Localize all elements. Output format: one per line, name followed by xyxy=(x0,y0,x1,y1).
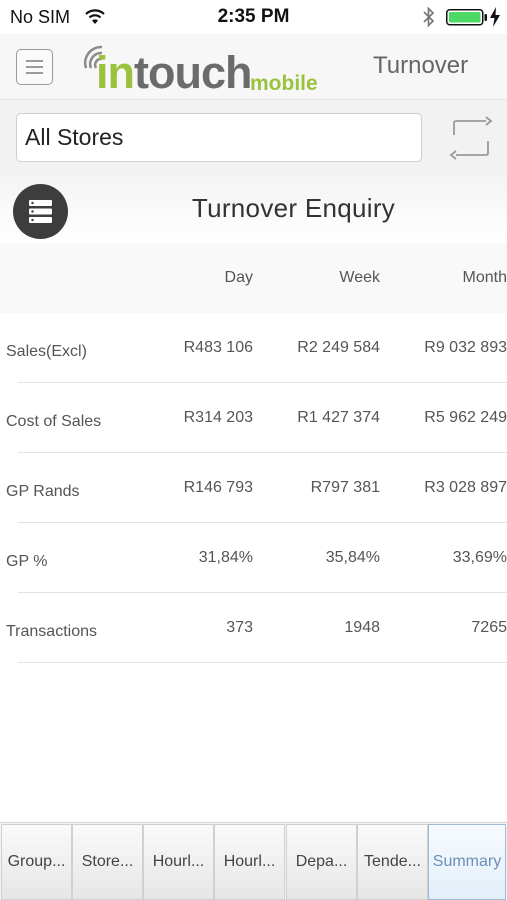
cell-day: 31,84% xyxy=(198,549,253,566)
menu-icon xyxy=(26,60,43,62)
bottom-tab-bar: Group... Store... Hourl... Hourl... Depa… xyxy=(0,822,507,900)
row-label: Cost of Sales xyxy=(6,413,102,430)
column-header-week: Week xyxy=(339,269,380,286)
logo-mobile-text: mobile xyxy=(250,72,318,95)
cell-day: R483 106 xyxy=(183,339,253,356)
tab-summary[interactable]: Summary xyxy=(428,824,506,900)
table-row: GP Rands R146 793 R797 381 R3 028 897 xyxy=(0,453,507,523)
cell-month: R5 962 249 xyxy=(424,409,507,426)
table-row: Transactions 373 1948 7265 xyxy=(0,593,507,663)
tab-hourly-2[interactable]: Hourl... xyxy=(214,824,285,900)
cell-month: 33,69% xyxy=(452,549,507,566)
tab-store[interactable]: Store... xyxy=(72,824,143,900)
app-header: intouch mobile Turnover xyxy=(0,34,507,100)
cell-day: R146 793 xyxy=(183,479,253,496)
tab-group[interactable]: Group... xyxy=(1,824,72,900)
row-label: Transactions xyxy=(6,623,97,640)
row-label: GP Rands xyxy=(6,483,80,500)
charging-icon xyxy=(490,7,500,27)
row-divider xyxy=(18,662,507,663)
status-bar: No SIM 2:35 PM xyxy=(0,0,507,34)
table-header: Day Week Month xyxy=(0,243,507,313)
menu-icon-line xyxy=(26,66,43,68)
tab-tender[interactable]: Tende... xyxy=(357,824,428,900)
table-row: GP % 31,84% 35,84% 33,69% xyxy=(0,523,507,593)
row-label: GP % xyxy=(6,553,48,570)
store-bar: All Stores xyxy=(0,100,507,175)
logo-wordmark: intouch xyxy=(96,47,252,98)
database-icon xyxy=(29,200,52,223)
database-button[interactable] xyxy=(13,184,68,239)
cell-month: R3 028 897 xyxy=(424,479,507,496)
cell-day: 373 xyxy=(226,619,253,636)
cell-week: R1 427 374 xyxy=(297,409,380,426)
column-header-day: Day xyxy=(224,269,253,286)
column-header-month: Month xyxy=(462,269,507,286)
cell-week: 1948 xyxy=(344,619,380,636)
table-row: Cost of Sales R314 203 R1 427 374 R5 962… xyxy=(0,383,507,453)
cell-day: R314 203 xyxy=(183,409,253,426)
cell-week: R797 381 xyxy=(310,479,380,496)
page-title: Turnover Enquiry xyxy=(191,193,396,223)
menu-icon-line xyxy=(26,72,43,74)
tab-department[interactable]: Depa... xyxy=(286,824,357,900)
refresh-icon[interactable] xyxy=(446,113,496,163)
cell-week: 35,84% xyxy=(325,549,380,566)
header-title: Turnover xyxy=(373,52,469,79)
cell-month: 7265 xyxy=(471,619,507,636)
menu-button[interactable] xyxy=(16,49,53,85)
store-selector[interactable]: All Stores xyxy=(16,113,422,162)
title-bar: Turnover Enquiry xyxy=(0,175,507,243)
cell-month: R9 032 893 xyxy=(424,339,507,356)
row-label: Sales(Excl) xyxy=(6,343,87,360)
table-row: Sales(Excl) R483 106 R2 249 584 R9 032 8… xyxy=(0,313,507,383)
cell-week: R2 249 584 xyxy=(297,339,380,356)
bluetooth-icon xyxy=(423,6,435,28)
intouch-mobile-logo: intouch mobile xyxy=(80,38,325,98)
battery-icon xyxy=(446,9,487,26)
tab-hourly-1[interactable]: Hourl... xyxy=(143,824,214,900)
